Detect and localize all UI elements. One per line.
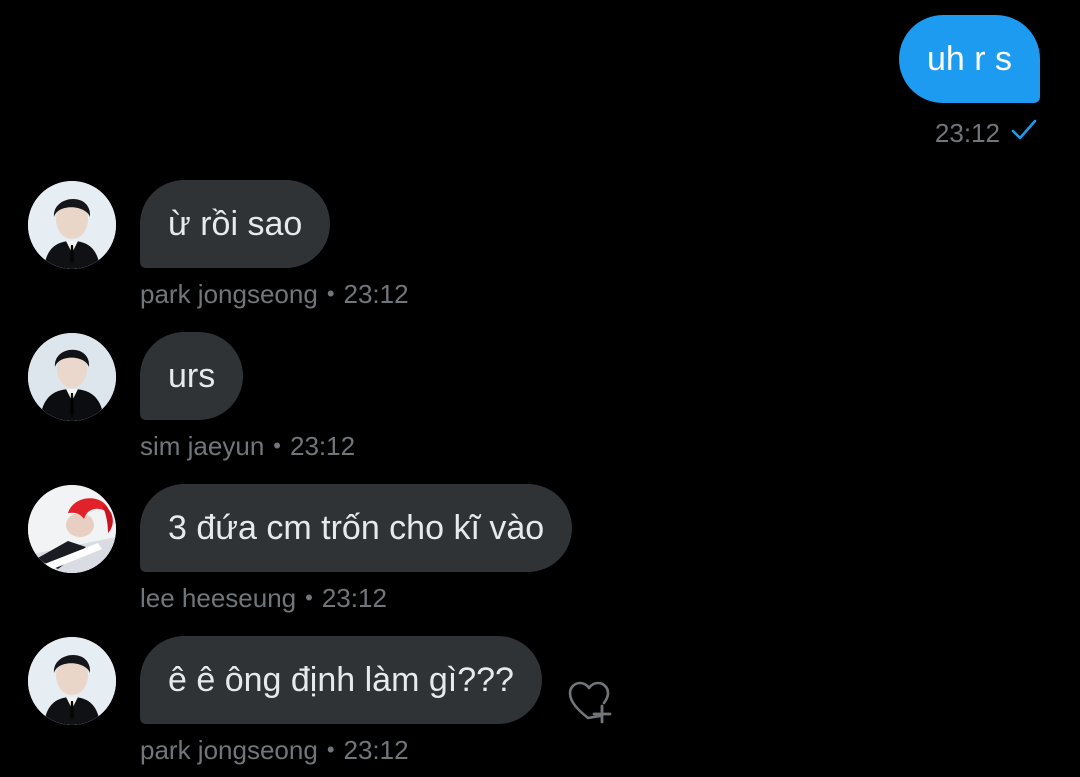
separator: • <box>326 737 335 762</box>
checkmark-icon <box>1010 117 1038 150</box>
avatar-black-hair <box>28 637 116 725</box>
heart-plus-icon <box>568 681 612 724</box>
sender-name[interactable]: lee heeseung <box>140 583 296 614</box>
avatar-red-hair <box>28 485 116 573</box>
outgoing-message-bubble[interactable]: uh r s <box>898 15 1040 103</box>
message-time: 23:12 <box>289 430 356 461</box>
avatar[interactable] <box>28 637 116 725</box>
message-time: 23:12 <box>934 117 1000 148</box>
add-reaction-button[interactable] <box>566 678 614 724</box>
message-text: ừ rồi sao <box>168 205 303 243</box>
sender-name[interactable]: park jongseong <box>140 735 318 766</box>
avatar-black-hair <box>28 181 116 269</box>
incoming-message-bubble[interactable]: 3 đứa cm trốn cho kĩ vào <box>140 484 573 572</box>
message-text: urs <box>168 357 216 395</box>
separator: • <box>305 585 313 610</box>
avatar[interactable] <box>28 485 116 573</box>
message-text: 3 đứa cm trốn cho kĩ vào <box>168 509 545 547</box>
message-time: 23:12 <box>343 734 409 765</box>
message-text: uh r s <box>926 40 1012 78</box>
avatar[interactable] <box>28 181 116 269</box>
message-text: ê ê ông định làm gì??? <box>168 661 514 699</box>
message-meta: sim jaeyun • 23:12 <box>140 429 355 463</box>
message-time: 23:12 <box>343 278 409 309</box>
avatar-black-suit <box>28 333 116 421</box>
message-meta: park jongseong • 23:12 <box>140 733 409 767</box>
sender-name[interactable]: park jongseong <box>140 279 318 310</box>
incoming-message-bubble[interactable]: urs <box>140 332 244 420</box>
separator: • <box>326 281 335 306</box>
avatar[interactable] <box>28 333 116 421</box>
message-meta: lee heeseung • 23:12 <box>140 581 387 615</box>
incoming-message-bubble[interactable]: ừ rồi sao <box>140 180 331 268</box>
separator: • <box>273 433 281 458</box>
message-thread: uh r s 23:12 ừ rồi sao park jongseong • … <box>0 0 1080 777</box>
incoming-message-bubble[interactable]: ê ê ông định làm gì??? <box>140 636 542 724</box>
message-meta: park jongseong • 23:12 <box>140 277 409 311</box>
sender-name[interactable]: sim jaeyun <box>140 431 264 462</box>
message-time: 23:12 <box>321 582 387 613</box>
message-meta: 23:12 <box>935 116 1038 150</box>
